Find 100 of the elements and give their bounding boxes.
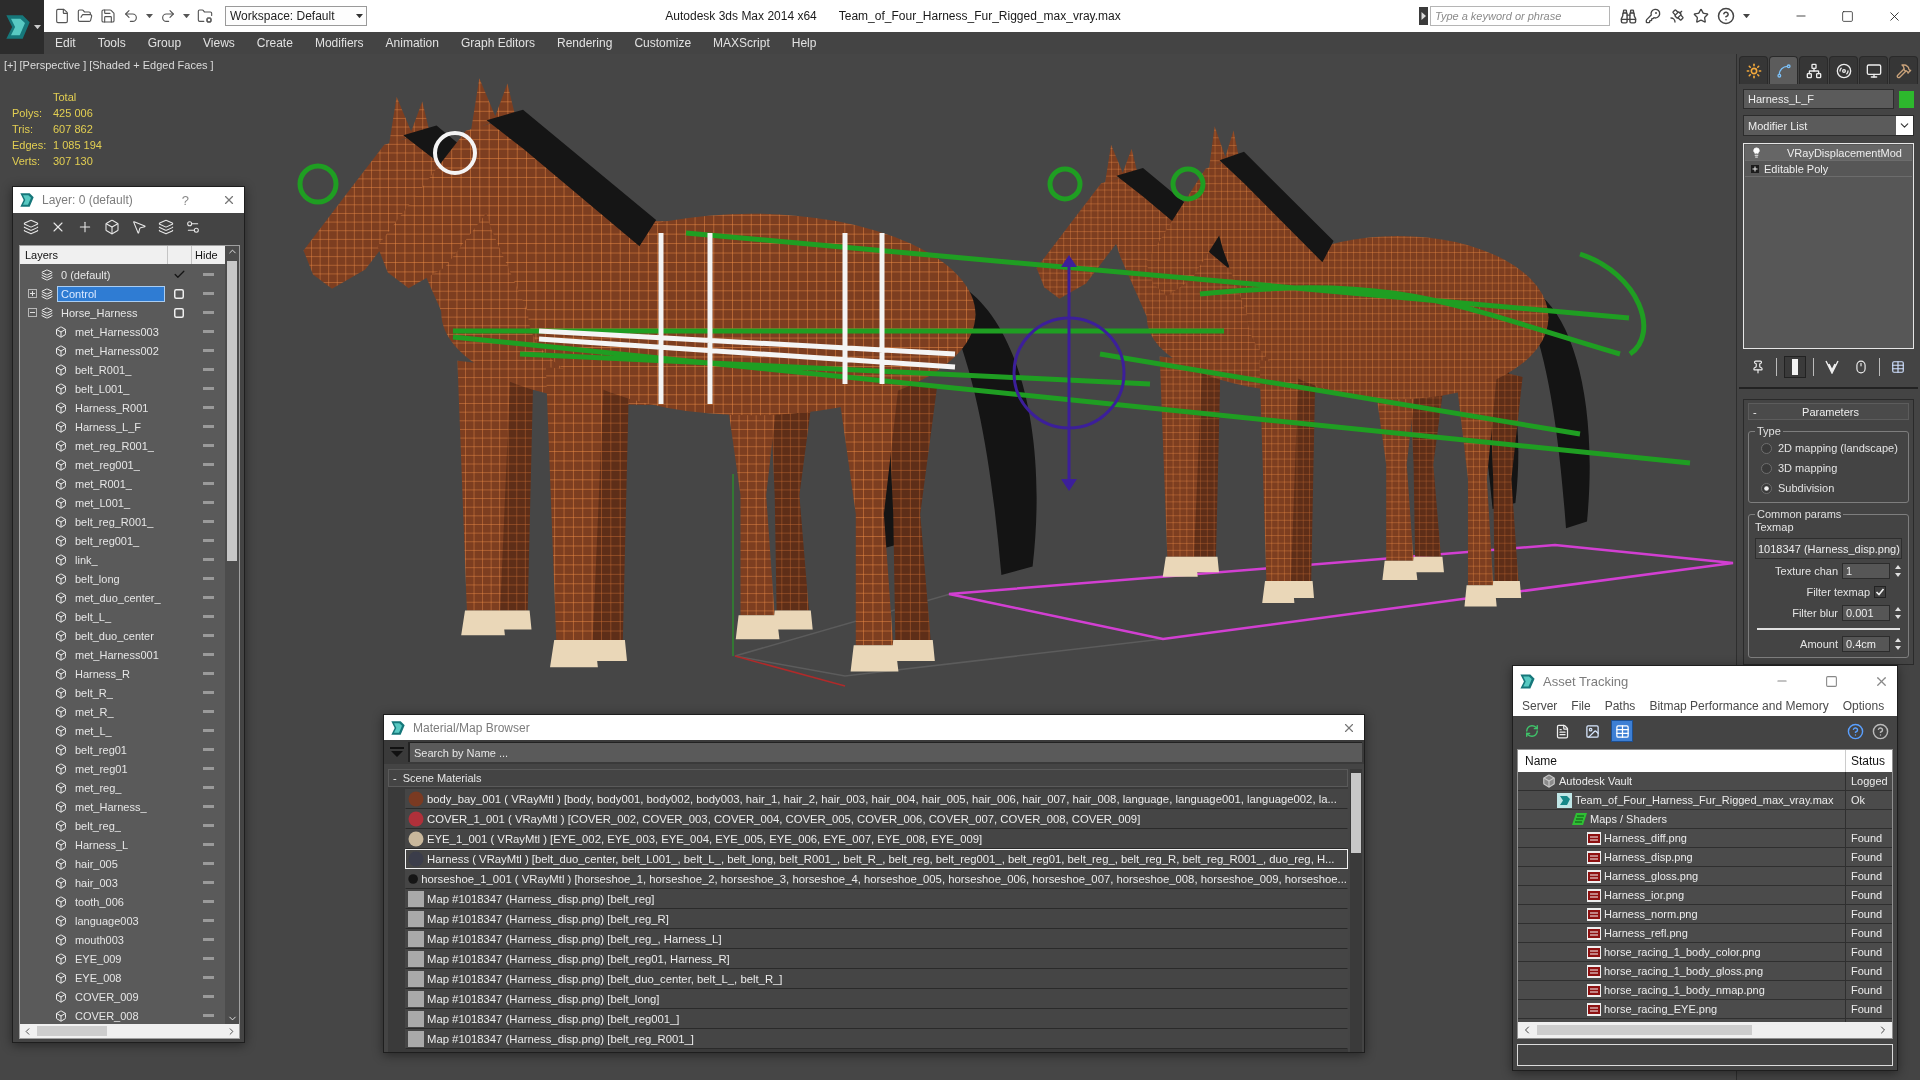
scrollbar-thumb[interactable] [1537,1025,1752,1035]
menu-item[interactable]: Modifiers [303,36,375,50]
search-field[interactable]: Search by Name ... [408,742,1362,762]
stack-tool-button[interactable] [1784,356,1806,378]
stack-item[interactable]: Editable Poly [1745,161,1912,177]
undo-icon[interactable] [123,8,139,24]
app-menu-button[interactable] [0,0,44,54]
layer-name[interactable]: met_reg01 [71,760,132,777]
settings-icon[interactable] [185,219,201,235]
visibility-dash-icon[interactable] [202,634,214,637]
scrollbar-thumb[interactable] [227,261,237,561]
workspace-dropdown[interactable]: Workspace: Default [225,6,367,26]
viewport-label[interactable]: [+] [4,59,17,71]
layer-name[interactable]: mouth003 [71,931,128,948]
visibility-dash-icon[interactable] [202,577,214,580]
visibility-dash-icon[interactable] [202,691,214,694]
menu-item[interactable]: Tools [86,36,137,50]
visibility-dash-icon[interactable] [202,767,214,770]
caret-icon[interactable] [34,24,41,30]
panel-tab[interactable] [1859,56,1888,84]
checkbox-icon[interactable] [174,288,184,299]
object-name-field[interactable]: Harness_L_F [1743,89,1894,109]
panel-tab[interactable] [1799,56,1828,84]
horizontal-scrollbar[interactable] [1518,1022,1892,1038]
radio-button[interactable] [1761,442,1772,454]
layer-name[interactable]: hair_003 [71,874,122,891]
visibility-dash-icon[interactable] [202,387,214,390]
layer-name[interactable]: met_Harness002 [71,342,163,359]
layer-name[interactable]: met_reg001_ [71,456,144,473]
search-field[interactable]: Type a keyword or phrase [1430,6,1610,26]
layer-name[interactable]: met_R001_ [71,475,136,492]
menu-item[interactable]: Options [1835,699,1892,713]
layer-name[interactable]: belt_L_ [71,608,116,625]
layer-name[interactable]: met_reg_R001_ [71,437,158,454]
spinner-arrows-icon[interactable] [1894,564,1902,578]
layer-name[interactable]: met_R_ [71,703,118,720]
plus-icon[interactable] [77,219,93,235]
layer-name[interactable]: belt_long [71,570,124,587]
layer-name[interactable]: COVER_009 [71,988,143,1005]
visibility-dash-icon[interactable] [202,710,214,713]
visibility-dash-icon[interactable] [202,900,214,903]
material-item[interactable]: Map #1018347 (Harness_disp.png) [belt_reg_, Harness_L] [405,929,1348,949]
spinner-field[interactable]: 1 [1842,563,1890,579]
visibility-dash-icon[interactable] [202,482,214,485]
layer-name[interactable]: met_Harness001 [71,646,163,663]
layer-name[interactable]: EYE_009 [71,950,126,967]
layer-name[interactable]: Horse_Harness [57,304,142,321]
asset-name[interactable]: Harness_disp.png [1604,851,1693,863]
menu-item[interactable]: Edit [44,36,87,50]
layer-name[interactable]: met_reg_ [71,779,126,796]
asset-name[interactable]: horse_racing_1_body_color.png [1604,946,1761,958]
spinner-arrows-icon[interactable] [1894,606,1902,620]
menu-item[interactable]: Customize [623,36,703,50]
visibility-dash-icon[interactable] [202,805,214,808]
asset-name[interactable]: horse_racing_1_body_gloss.png [1604,965,1763,977]
layers-icon[interactable] [23,219,39,235]
key-icon[interactable] [1645,8,1661,24]
visibility-dash-icon[interactable] [202,824,214,827]
visibility-dash-icon[interactable] [202,672,214,675]
radio-button[interactable] [1761,482,1772,494]
menu-item[interactable]: Bitmap Performance and Memory [1642,699,1836,713]
material-item[interactable]: Map #1018347 (Harness_disp.png) [belt_reg001_] [405,1009,1348,1029]
visibility-dash-icon[interactable] [202,330,214,333]
caret-icon[interactable] [183,13,190,19]
material-item[interactable]: Map #1018347 (Harness_disp.png) [belt_reg_R] [405,909,1348,929]
save-icon[interactable] [100,8,116,24]
visibility-dash-icon[interactable] [202,653,214,656]
visibility-dash-icon[interactable] [202,292,214,295]
star-icon[interactable] [1693,8,1709,24]
visibility-dash-icon[interactable] [202,862,214,865]
layer-name[interactable]: language003 [71,912,143,929]
checkbox-icon[interactable] [174,307,184,318]
new-file-icon[interactable] [54,8,70,24]
layer-name[interactable]: belt_reg001_ [71,532,144,549]
visibility-dash-icon[interactable] [202,539,214,542]
asset-name[interactable]: Harness_ior.png [1604,889,1685,901]
visibility-dash-icon[interactable] [202,425,214,428]
layer-name[interactable]: met_duo_center_ [71,589,165,606]
expand-icon[interactable] [28,289,37,298]
menu-item[interactable]: Create [245,36,304,50]
asset-name[interactable]: Maps / Shaders [1590,813,1668,825]
vertical-scrollbar[interactable] [225,246,239,1024]
material-item[interactable]: Map #1018347 (Harness_disp.png) [belt_long] [405,989,1348,1009]
layer-name[interactable]: met_Harness003 [71,323,163,340]
asset-name[interactable]: Harness_diff.png [1604,832,1687,844]
asset-name[interactable]: Harness_refl.png [1604,927,1688,939]
material-item[interactable]: EYE_1_001 ( VRayMtl ) [EYE_002, EYE_003, EYE_004, EYE_005, EYE_006, EYE_007, EYE_008, EYE_009] [405,829,1348,849]
collapse-toggle[interactable]: - [393,772,397,784]
caret-icon[interactable] [356,13,363,19]
maximize-icon[interactable] [1841,9,1854,23]
rollout-header[interactable]: - Parameters [1748,403,1909,420]
visibility-dash-icon[interactable] [202,273,214,276]
viewport-label[interactable]: [Perspective ] [19,59,87,71]
scrollbar-thumb[interactable] [37,1026,107,1036]
open-folder-icon[interactable] [77,8,93,24]
spinner-arrows-icon[interactable] [1894,637,1902,651]
menu-item[interactable]: File [1564,699,1598,713]
binoculars-icon[interactable] [1620,7,1637,25]
collapse-toggle[interactable]: - [1753,405,1767,418]
menu-item[interactable]: MAXScript [702,36,781,50]
